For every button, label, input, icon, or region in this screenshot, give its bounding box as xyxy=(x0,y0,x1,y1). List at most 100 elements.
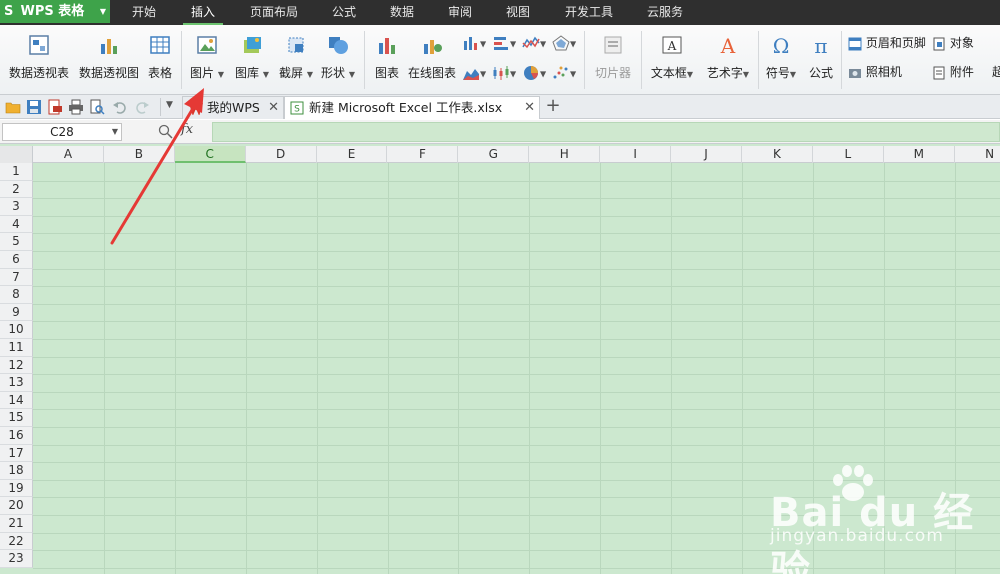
object-button[interactable]: 对象 xyxy=(932,34,974,51)
tab-page-layout[interactable]: 页面布局 xyxy=(243,0,305,25)
column-header-l[interactable]: L xyxy=(813,146,884,163)
shapes-button[interactable]: 形状 ▼ xyxy=(318,25,358,95)
print-preview-icon[interactable] xyxy=(89,99,105,115)
row-header-3[interactable]: 3 xyxy=(0,198,33,216)
scatter-chart-icon xyxy=(553,66,568,79)
zoom-icon[interactable] xyxy=(158,124,173,139)
row-header-11[interactable]: 11 xyxy=(0,339,33,357)
tab-cloud[interactable]: 云服务 xyxy=(640,0,690,25)
column-header-d[interactable]: D xyxy=(246,146,317,163)
row-header-20[interactable]: 20 xyxy=(0,497,33,515)
slicer-button[interactable]: 切片器 xyxy=(590,25,636,95)
tab-review[interactable]: 审阅 xyxy=(440,0,480,25)
pivot-table-button[interactable]: 数据透视表 xyxy=(6,25,72,95)
column-header-m[interactable]: M xyxy=(884,146,955,163)
pivot-table-label: 数据透视表 xyxy=(8,66,69,80)
column-header-n[interactable]: N xyxy=(955,146,1000,163)
line-chart-dropdown[interactable]: ▼ xyxy=(522,35,546,51)
row-header-19[interactable]: 19 xyxy=(0,479,33,498)
tab-view[interactable]: 视图 xyxy=(498,0,538,25)
name-box[interactable]: C28 ▼ xyxy=(2,123,122,141)
column-header-c[interactable]: C xyxy=(174,146,246,163)
pivot-chart-button[interactable]: 数据透视图 xyxy=(76,25,142,95)
open-folder-icon[interactable] xyxy=(5,99,21,115)
select-all-corner[interactable] xyxy=(0,146,33,163)
row-header-21[interactable]: 21 xyxy=(0,515,33,533)
column-header-g[interactable]: G xyxy=(458,146,530,163)
row-header-16[interactable]: 16 xyxy=(0,427,33,445)
undo-icon[interactable] xyxy=(112,99,128,115)
row-header-14[interactable]: 14 xyxy=(0,391,33,410)
chevron-down-icon[interactable]: ▼ xyxy=(166,100,173,110)
tab-developer[interactable]: 开发工具 xyxy=(558,0,620,25)
formula-input[interactable] xyxy=(212,122,1000,142)
column-chart-dropdown[interactable]: ▼ xyxy=(462,35,486,51)
close-icon[interactable]: ✕ xyxy=(268,97,279,119)
row-header-15[interactable]: 15 xyxy=(0,409,33,427)
header-footer-button[interactable]: 页眉和页脚 xyxy=(848,34,926,51)
header-footer-label: 页眉和页脚 xyxy=(865,36,926,50)
row-header-12[interactable]: 12 xyxy=(0,356,33,375)
attachment-button[interactable]: 附件 xyxy=(932,63,974,80)
row-header-6[interactable]: 6 xyxy=(0,251,33,269)
row-header-13[interactable]: 13 xyxy=(0,374,33,392)
grid-line xyxy=(600,163,602,574)
row-header-7[interactable]: 7 xyxy=(0,268,33,287)
tab-home[interactable]: 开始 xyxy=(124,0,164,25)
tab-my-wps[interactable]: 我的WPS ✕ xyxy=(182,96,284,119)
column-header-h[interactable]: H xyxy=(529,146,601,163)
radar-chart-dropdown[interactable]: ▼ xyxy=(552,35,576,51)
column-header-a[interactable]: A xyxy=(33,146,104,163)
chart-button[interactable]: 图表 xyxy=(370,25,404,95)
camera-button[interactable]: 照相机 xyxy=(848,63,902,80)
radar-chart-icon xyxy=(552,35,570,51)
column-header-b[interactable]: B xyxy=(104,146,175,163)
export-pdf-icon[interactable] xyxy=(47,99,63,115)
column-header-j[interactable]: J xyxy=(671,146,742,163)
row-header-1[interactable]: 1 xyxy=(0,163,33,181)
gallery-button[interactable]: 图库 ▼ xyxy=(232,25,272,95)
column-header-f[interactable]: F xyxy=(388,146,459,163)
row-header-18[interactable]: 18 xyxy=(0,462,33,480)
app-menu-button[interactable]: S WPS 表格 ▼ xyxy=(0,0,110,23)
tab-workbook[interactable]: S 新建 Microsoft Excel 工作表.xlsx ✕ xyxy=(284,96,540,119)
picture-button[interactable]: 图片 ▼ xyxy=(186,25,228,95)
row-header-2[interactable]: 2 xyxy=(0,180,33,199)
screenshot-button[interactable]: 截屏 ▼ xyxy=(276,25,316,95)
column-header-e[interactable]: E xyxy=(317,146,388,163)
row-header-4[interactable]: 4 xyxy=(0,215,33,234)
tab-formulas[interactable]: 公式 xyxy=(324,0,364,25)
equation-button[interactable]: π 公式 xyxy=(804,25,838,95)
column-header-i[interactable]: I xyxy=(600,146,672,163)
wordart-button[interactable]: A 艺术字▼ xyxy=(702,25,754,95)
online-chart-button[interactable]: 在线图表 xyxy=(406,25,458,95)
column-header-k[interactable]: K xyxy=(742,146,813,163)
row-header-17[interactable]: 17 xyxy=(0,444,33,463)
tab-data[interactable]: 数据 xyxy=(382,0,422,25)
grid-line xyxy=(316,163,318,574)
print-icon[interactable] xyxy=(68,99,84,115)
scatter-chart-dropdown[interactable]: ▼ xyxy=(552,65,576,81)
row-header-8[interactable]: 8 xyxy=(0,286,33,304)
row-header-5[interactable]: 5 xyxy=(0,233,33,251)
pie-chart-dropdown[interactable]: ▼ xyxy=(522,65,546,81)
save-icon[interactable] xyxy=(26,99,42,115)
row-header-22[interactable]: 22 xyxy=(0,532,33,551)
redo-icon[interactable] xyxy=(134,99,150,115)
symbol-button[interactable]: Ω 符号▼ xyxy=(762,25,800,95)
row-header-10[interactable]: 10 xyxy=(0,321,33,339)
tab-insert[interactable]: 插入 xyxy=(183,0,223,25)
bar-chart-dropdown[interactable]: ▼ xyxy=(492,35,516,51)
row-header-9[interactable]: 9 xyxy=(0,303,33,322)
chevron-down-icon: ▼ xyxy=(99,7,106,16)
close-icon[interactable]: ✕ xyxy=(524,97,535,119)
row-header-23[interactable]: 23 xyxy=(0,550,33,568)
area-chart-dropdown[interactable]: ▼ xyxy=(462,65,486,81)
online-chart-icon xyxy=(424,40,442,54)
new-tab-button[interactable]: + xyxy=(543,96,563,118)
textbox-button[interactable]: A 文本框▼ xyxy=(646,25,698,95)
stock-chart-dropdown[interactable]: ▼ xyxy=(492,65,516,81)
hyperlink-button[interactable]: 超 xyxy=(992,63,1000,80)
function-icon[interactable]: fx xyxy=(181,122,193,137)
table-button[interactable]: 表格 xyxy=(144,25,176,95)
